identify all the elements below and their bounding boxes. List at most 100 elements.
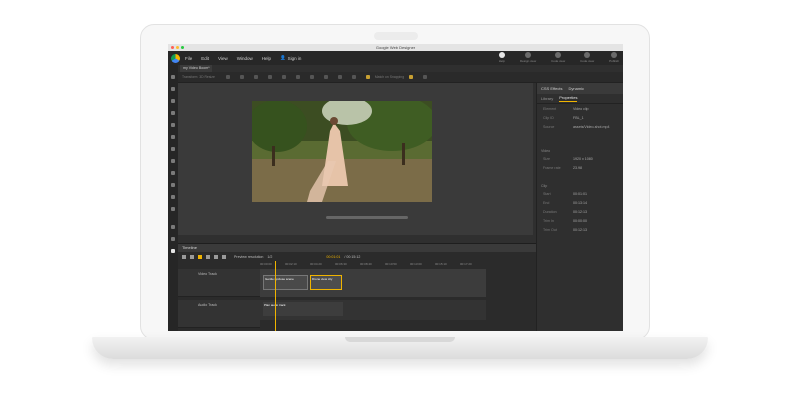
window-title: Google Web Designer (375, 45, 416, 50)
user-icon: 👤 (280, 55, 286, 60)
distribute-icon[interactable] (309, 75, 314, 79)
window-controls[interactable] (171, 46, 184, 49)
stage-horizontal-scrollbar[interactable] (326, 216, 408, 219)
tab-properties[interactable]: Properties (559, 95, 578, 102)
video-preview[interactable] (252, 101, 432, 202)
align-center-icon[interactable] (239, 75, 244, 79)
zoom-tool-icon[interactable] (171, 159, 175, 163)
pause-icon[interactable] (198, 255, 202, 259)
sign-in-label: Sign in (287, 55, 302, 61)
publish-icon (611, 52, 618, 58)
transform-tool-icon[interactable] (171, 87, 175, 91)
select-tool-icon[interactable] (171, 75, 175, 79)
tag-tool-icon[interactable] (171, 135, 175, 139)
timeline-panel: Timeline Preview resolution 1/2 00:01:01… (178, 243, 536, 331)
snap-toggle-icon[interactable] (409, 75, 414, 79)
sign-in-button[interactable]: 👤 Sign in (280, 55, 301, 61)
audio-track-lane: Plan audio track (260, 300, 486, 320)
ruler-tick: 00:04:20 (310, 262, 322, 266)
step-back-icon[interactable] (190, 255, 194, 259)
window-titlebar: Google Web Designer (168, 44, 623, 51)
fill-tool-icon[interactable] (171, 147, 175, 151)
ruler-tick: 00:06:30 (335, 262, 347, 266)
code-icon (584, 52, 591, 58)
file-tab[interactable]: my Video Boom* (180, 65, 212, 72)
marquee-tool-icon[interactable] (171, 237, 175, 241)
clip-2[interactable]: Drone view city (310, 275, 342, 290)
snap-icon[interactable] (365, 75, 370, 79)
section-video: Video (541, 149, 551, 153)
maximize-icon[interactable] (181, 46, 184, 49)
color-tool-icon[interactable] (171, 183, 175, 187)
prop-row: Trim In 00:00:00 (543, 218, 587, 223)
preview-resolution-select[interactable]: 1/2 (267, 255, 272, 259)
prop-row: Duration 00:12:13 (543, 209, 587, 214)
pen-tool-icon[interactable] (171, 99, 175, 103)
ruler-tick: 00:00:00 (260, 262, 272, 266)
menu-view[interactable]: View (218, 56, 228, 61)
css-effects-tab[interactable]: CSS Effects (541, 86, 563, 91)
guides-icon[interactable] (423, 75, 428, 79)
3d-tool-icon[interactable] (171, 207, 175, 211)
loop-icon[interactable] (222, 255, 226, 259)
distribute-v-icon[interactable] (323, 75, 328, 79)
prop-row: Element Video clip (543, 106, 589, 111)
prop-row: Size 1920 x 1080 (543, 156, 593, 161)
app-screen: Google Web Designer File Edit View Windo… (168, 44, 623, 331)
audio-track-label: Audio Track (198, 303, 217, 307)
skip-start-icon[interactable] (182, 255, 186, 259)
ruler-tick: 00:02:10 (285, 262, 297, 266)
ruler-tick: 00:15:10 (435, 262, 447, 266)
section-clip: Clip (541, 184, 548, 188)
menu-file[interactable]: File (185, 56, 192, 61)
close-icon[interactable] (171, 46, 174, 49)
app-logo-icon (171, 53, 180, 63)
menu-edit[interactable]: Edit (201, 56, 209, 61)
timeline-title: Timeline (178, 244, 536, 252)
top-toolbar: Transform: 3D Resize Match on Snapping (178, 72, 623, 83)
align-right-icon[interactable] (253, 75, 258, 79)
laptop-lid: Google Web Designer File Edit View Windo… (140, 24, 650, 340)
help-button[interactable]: Help (499, 52, 505, 63)
dynamic-tab[interactable]: Dynamic (569, 86, 585, 91)
design-stage (178, 83, 533, 235)
align-left-icon[interactable] (225, 75, 230, 79)
hand-tool-icon[interactable] (171, 171, 175, 175)
design-view-button[interactable]: Design view (520, 52, 536, 63)
align-middle-icon[interactable] (281, 75, 286, 79)
preview-resolution-label: Preview resolution (234, 255, 264, 259)
audio-track-header[interactable]: Audio Track (178, 300, 260, 328)
shape-tool-icon[interactable] (171, 111, 175, 115)
eyedropper-tool-icon[interactable] (171, 195, 175, 199)
properties-panel: CSS Effects Dynamic Library Properties E… (536, 83, 623, 331)
step-forward-icon[interactable] (214, 255, 218, 259)
ruler-tick: 00:10:50 (385, 262, 397, 266)
menubar: File Edit View Window Help 👤 Sign in Hel… (168, 51, 623, 65)
publish-button[interactable]: Publish (609, 52, 619, 63)
size-icon[interactable] (337, 75, 342, 79)
size-v-icon[interactable] (351, 75, 356, 79)
menu-window[interactable]: Window (237, 56, 253, 61)
menu-help[interactable]: Help (262, 56, 271, 61)
tab-library[interactable]: Library (541, 96, 553, 101)
align-bottom-icon[interactable] (295, 75, 300, 79)
code-view-2-button[interactable]: Code view (580, 52, 594, 63)
minimize-icon[interactable] (176, 46, 179, 49)
video-track-lane: Gentle upclose scene Drone view city (260, 269, 486, 297)
timeline-ruler[interactable]: 00:00:00 00:02:10 00:04:20 00:06:30 00:0… (260, 262, 486, 268)
laptop-notch (345, 337, 455, 342)
video-track-header[interactable]: Video Track (178, 269, 260, 297)
text-tool-icon[interactable] (171, 123, 175, 127)
clip-1[interactable]: Gentle upclose scene (263, 275, 308, 290)
color-swatch-icon[interactable] (171, 249, 175, 253)
align-top-icon[interactable] (267, 75, 272, 79)
crop-tool-icon[interactable] (171, 225, 175, 229)
prop-row: Trim Out 00:12:13 (543, 227, 587, 232)
video-track-label: Video Track (198, 272, 217, 276)
play-icon[interactable] (206, 255, 210, 259)
tools-panel (168, 65, 178, 331)
timecode[interactable]: 00:01:01 (326, 255, 340, 259)
code-view-button[interactable]: Code view (551, 52, 565, 63)
timeline-playhead[interactable] (275, 261, 276, 331)
prop-row: Frame rate 23.98 (543, 165, 582, 170)
